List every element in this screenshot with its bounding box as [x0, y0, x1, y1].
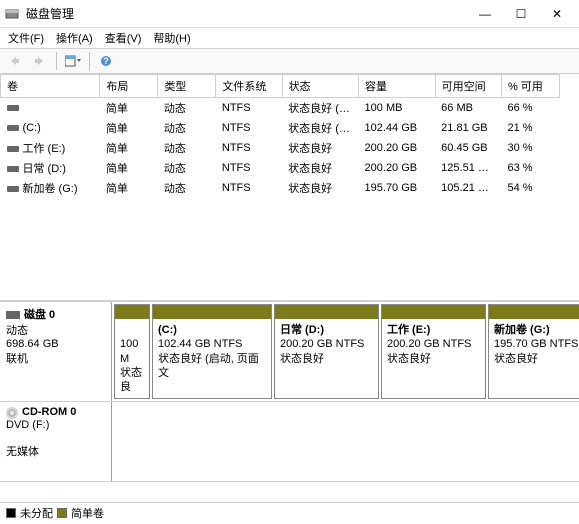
partition-header: [153, 305, 271, 319]
volume-icon: [7, 166, 19, 172]
partition-name: [120, 323, 144, 337]
toolbar-separator: [56, 52, 57, 70]
partition-size: 200.20 GB NTFS: [387, 337, 480, 351]
volume-icon: [7, 186, 19, 192]
volume-row[interactable]: 工作 (E:)简单动态NTFS状态良好200.20 GB60.45 GB30 %: [1, 138, 560, 158]
disk-name: CD-ROM 0: [22, 406, 76, 418]
partition-body: 新加卷 (G:)195.70 GB NTFS状态良好: [489, 319, 579, 398]
disk-name: 磁盘 0: [24, 309, 55, 321]
col-free[interactable]: 可用空间: [435, 75, 501, 98]
partition-name: 日常 (D:): [280, 323, 373, 337]
partition-size: 195.70 GB NTFS: [494, 337, 579, 351]
partition-body: (C:)102.44 GB NTFS状态良好 (启动, 页面文: [153, 319, 271, 398]
nav-forward-button: [28, 50, 52, 72]
disk-label-cell[interactable]: 磁盘 0动态698.64 GB联机: [0, 302, 112, 401]
partition-status: 状态良好: [280, 352, 373, 366]
col-fs[interactable]: 文件系统: [216, 75, 282, 98]
volume-icon: [7, 146, 19, 152]
nav-back-button: [2, 50, 26, 72]
volume-table: 卷 布局 类型 文件系统 状态 容量 可用空间 % 可用 简单动态NTFS状态良…: [0, 74, 560, 198]
partition[interactable]: 100 M状态良: [114, 304, 150, 399]
disk-row: CD-ROM 0DVD (F:) 无媒体: [0, 402, 579, 482]
disk-size: 698.64 GB: [6, 338, 105, 350]
col-type[interactable]: 类型: [158, 75, 216, 98]
partition-status: 状态良好: [387, 352, 480, 366]
partition-header: [275, 305, 378, 319]
legend: 未分配 简单卷: [0, 502, 579, 522]
titlebar: 磁盘管理 — ☐ ✕: [0, 0, 579, 28]
window-controls: — ☐ ✕: [467, 0, 575, 27]
partition-header: [115, 305, 149, 319]
col-volume[interactable]: 卷: [1, 75, 100, 98]
partition[interactable]: 工作 (E:)200.20 GB NTFS状态良好: [381, 304, 486, 399]
disk-label-cell[interactable]: CD-ROM 0DVD (F:) 无媒体: [0, 402, 112, 481]
legend-label-unallocated: 未分配: [20, 505, 53, 521]
disk-row: 磁盘 0动态698.64 GB联机 100 M状态良(C:)102.44 GB …: [0, 302, 579, 402]
toolbar-separator: [89, 52, 90, 70]
partition-body: 100 M状态良: [115, 319, 149, 398]
disk-graphical-pane[interactable]: 磁盘 0动态698.64 GB联机 100 M状态良(C:)102.44 GB …: [0, 302, 579, 502]
toolbar-views-button[interactable]: [61, 50, 85, 72]
disk-state: 联机: [6, 350, 105, 366]
partition[interactable]: 新加卷 (G:)195.70 GB NTFS状态良好: [488, 304, 579, 399]
toolbar: ?: [0, 48, 579, 74]
cd-icon: [6, 407, 18, 419]
col-layout[interactable]: 布局: [100, 75, 158, 98]
menu-action[interactable]: 操作(A): [52, 28, 97, 48]
menubar: 文件(F) 操作(A) 查看(V) 帮助(H): [0, 28, 579, 48]
col-capacity[interactable]: 容量: [359, 75, 436, 98]
volume-list-pane[interactable]: 卷 布局 类型 文件系统 状态 容量 可用空间 % 可用 简单动态NTFS状态良…: [0, 74, 579, 302]
volume-row[interactable]: 简单动态NTFS状态良好 (…100 MB66 MB66 %: [1, 98, 560, 119]
minimize-button[interactable]: —: [467, 0, 503, 27]
toolbar-help-button[interactable]: ?: [94, 50, 118, 72]
col-status[interactable]: 状态: [282, 75, 358, 98]
legend-swatch-simple: [57, 508, 67, 518]
menu-help[interactable]: 帮助(H): [149, 28, 194, 48]
partition-header: [489, 305, 579, 319]
partition-size: 102.44 GB NTFS: [158, 337, 266, 351]
volume-row[interactable]: 日常 (D:)简单动态NTFS状态良好200.20 GB125.51 …63 %: [1, 158, 560, 178]
col-pct[interactable]: % 可用: [501, 75, 559, 98]
partition[interactable]: (C:)102.44 GB NTFS状态良好 (启动, 页面文: [152, 304, 272, 399]
close-button[interactable]: ✕: [539, 0, 575, 27]
partition-name: 新加卷 (G:): [494, 323, 579, 337]
volume-icon: [7, 125, 19, 131]
volume-row[interactable]: (C:)简单动态NTFS状态良好 (…102.44 GB21.81 GB21 %: [1, 118, 560, 138]
partition-status: 状态良好 (启动, 页面文: [158, 352, 266, 381]
window-title: 磁盘管理: [26, 5, 74, 22]
partition-container: [112, 402, 579, 481]
partition-body: 工作 (E:)200.20 GB NTFS状态良好: [382, 319, 485, 398]
partition-body: 日常 (D:)200.20 GB NTFS状态良好: [275, 319, 378, 398]
partition-header: [382, 305, 485, 319]
partition[interactable]: 日常 (D:)200.20 GB NTFS状态良好: [274, 304, 379, 399]
partition-name: 工作 (E:): [387, 323, 480, 337]
disk-type: 动态: [6, 322, 105, 338]
disk-type: DVD (F:): [6, 419, 105, 431]
legend-label-simple: 简单卷: [71, 505, 104, 521]
maximize-button[interactable]: ☐: [503, 0, 539, 27]
volume-icon: [7, 105, 19, 111]
partition-name: (C:): [158, 323, 266, 337]
partition-size: 200.20 GB NTFS: [280, 337, 373, 351]
partition-status: 状态良: [120, 366, 144, 395]
svg-text:?: ?: [103, 56, 109, 66]
volume-row[interactable]: 新加卷 (G:)简单动态NTFS状态良好195.70 GB105.21 …54 …: [1, 178, 560, 198]
menu-file[interactable]: 文件(F): [4, 28, 48, 48]
app-icon: [4, 6, 20, 22]
disk-icon: [6, 311, 20, 319]
partition-container: 100 M状态良(C:)102.44 GB NTFS状态良好 (启动, 页面文日…: [112, 302, 579, 401]
menu-view[interactable]: 查看(V): [101, 28, 146, 48]
disk-state: 无媒体: [6, 443, 105, 459]
legend-swatch-unallocated: [6, 508, 16, 518]
partition-status: 状态良好: [494, 352, 579, 366]
partition-size: 100 M: [120, 337, 144, 366]
